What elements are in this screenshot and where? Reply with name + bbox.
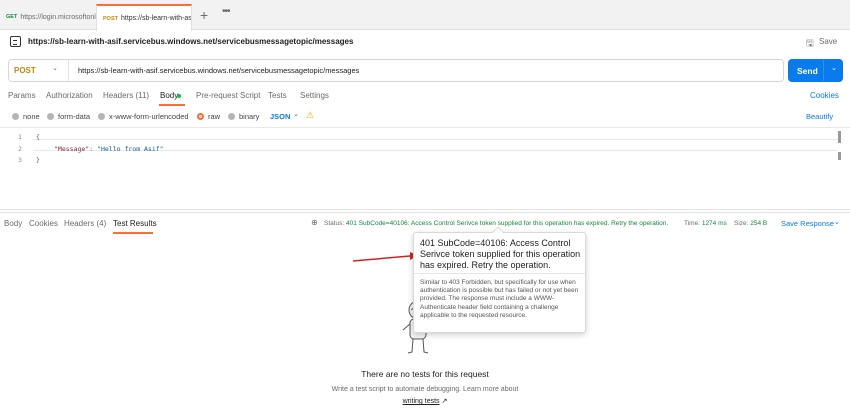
json-colon: : (89, 145, 98, 153)
editor-scrollbar[interactable] (838, 131, 841, 143)
json-value: "Hello from Asif" (97, 145, 164, 153)
radio-form-data-label: form-data (58, 112, 91, 121)
external-link-icon: ↗ (441, 398, 448, 405)
writing-tests-text[interactable]: writing tests (403, 398, 440, 405)
globe-icon[interactable]: ⊕ (311, 218, 318, 227)
http-request-icon (10, 36, 21, 47)
status-value: 401 SubCode=40106: Access Control Serivc… (346, 220, 669, 227)
empty-state-subtitle: Write a test script to automate debuggin… (331, 386, 519, 393)
tab-post-servicebus[interactable]: POST https://sb-learn-with-as (96, 4, 192, 31)
tab-prerequest-script[interactable]: Pre-request Script (196, 91, 260, 100)
radio-urlencoded[interactable] (98, 113, 105, 120)
radio-raw-label: raw (208, 112, 221, 121)
line-number: 2 (18, 145, 22, 153)
status-label: Status: (324, 220, 345, 227)
tab-method: GET (6, 14, 18, 20)
response-status[interactable]: Status: 401 SubCode=40106: Access Contro… (324, 220, 668, 227)
response-time[interactable]: Time: 1274 ms (684, 220, 727, 227)
tab-get-login[interactable]: GET https://login.microsoftonl (0, 4, 96, 30)
method-select[interactable]: POST (14, 66, 36, 75)
radio-form-data[interactable] (47, 113, 54, 120)
beautify-link[interactable]: Beautify (806, 112, 833, 121)
response-tab-body[interactable]: Body (4, 219, 22, 228)
response-size[interactable]: Size: 254 B (734, 220, 767, 227)
request-title[interactable]: https://sb-learn-with-asif.servicebus.wi… (28, 37, 353, 46)
radio-binary-label: binary (239, 112, 260, 121)
writing-tests-link[interactable]: writing tests ↗ (0, 397, 850, 405)
size-label: Size: (734, 220, 749, 227)
tab-authorization[interactable]: Authorization (46, 91, 93, 100)
code-line-1[interactable]: { (36, 133, 40, 141)
size-value: 254 B (750, 220, 768, 227)
response-tab-test-results[interactable]: Test Results (113, 219, 157, 228)
tab-label: https://sb-learn-with-as (120, 15, 192, 22)
chevron-down-icon[interactable]: ⌄ (52, 64, 58, 72)
tooltip-description: Similar to 403 Forbidden, but specifical… (420, 279, 579, 319)
save-icon[interactable]: 🖫 (806, 36, 814, 52)
chevron-down-icon[interactable]: ⌄ (834, 218, 840, 226)
tooltip-title: 401 SubCode=40106: Access Control Serivc… (420, 238, 581, 270)
time-value: 1274 ms (701, 220, 727, 227)
json-key: "Message" (54, 145, 90, 153)
tab-params[interactable]: Params (8, 91, 36, 100)
cookies-link[interactable]: Cookies (810, 91, 839, 100)
empty-state-title: There are no tests for this request (361, 369, 489, 379)
code-line-2[interactable]: "Message": "Hello from Asif" (54, 145, 164, 153)
send-options-chevron-icon[interactable]: ⌄ (831, 64, 837, 72)
radio-binary[interactable] (228, 113, 235, 120)
tab-method: POST (103, 15, 118, 22)
new-tab-button[interactable]: + (200, 7, 208, 23)
radio-none-label: none (23, 112, 40, 121)
save-button[interactable]: Save (819, 37, 837, 46)
send-divider (823, 60, 824, 81)
tab-body[interactable]: Body (160, 91, 178, 100)
radio-urlencoded-label: x-www-form-urlencoded (109, 112, 189, 121)
format-select[interactable]: JSON (270, 112, 290, 121)
radio-raw[interactable] (197, 113, 204, 120)
code-line-3[interactable]: } (36, 156, 40, 164)
save-response-button[interactable]: Save Response (781, 219, 834, 228)
time-label: Time: (684, 220, 701, 227)
more-tabs-button[interactable]: ••• (222, 6, 230, 17)
body-indicator-dot (177, 94, 181, 98)
line-number: 1 (18, 133, 22, 141)
tooltip-divider (414, 273, 585, 274)
send-label[interactable]: Send (797, 66, 818, 76)
tab-label: https://login.microsoftonl (20, 13, 96, 21)
tab-tests[interactable]: Tests (268, 91, 287, 100)
active-response-tab-underline (113, 232, 153, 234)
tab-settings[interactable]: Settings (300, 91, 329, 100)
chevron-down-icon[interactable]: ⌄ (293, 110, 299, 118)
response-tab-cookies[interactable]: Cookies (29, 219, 58, 228)
warning-icon[interactable]: ⚠ (306, 110, 314, 121)
line-number: 3 (18, 156, 22, 164)
radio-none[interactable] (12, 113, 19, 120)
url-input[interactable]: https://sb-learn-with-asif.servicebus.wi… (78, 66, 359, 75)
active-tab-underline (159, 104, 185, 106)
editor-scrollbar-lower[interactable] (838, 152, 841, 160)
response-tab-headers[interactable]: Headers (4) (64, 219, 106, 228)
tab-headers[interactable]: Headers (11) (103, 91, 149, 100)
annotation-arrow (352, 252, 418, 262)
url-divider (68, 60, 69, 81)
